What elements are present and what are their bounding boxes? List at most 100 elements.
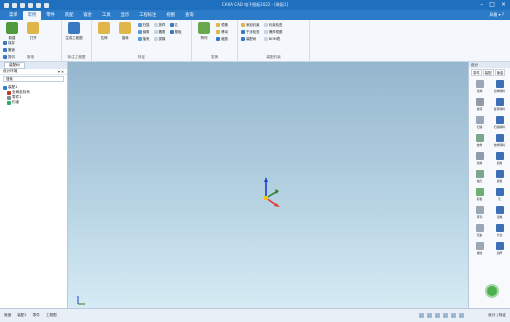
3d-viewport[interactable] [68, 62, 468, 308]
redo-icon[interactable] [44, 2, 49, 8]
feature-tool-icon [495, 134, 504, 142]
tab-query[interactable]: 查询 [180, 11, 199, 20]
feature-tool-label: 拔模 [496, 179, 503, 183]
minimize-button[interactable]: – [480, 1, 483, 9]
feature-tool-item[interactable]: 镜像 [490, 206, 509, 221]
tab-assembly-tree[interactable]: 装配树 [4, 62, 25, 69]
zoom-icon[interactable] [451, 313, 456, 318]
pan-icon[interactable] [459, 313, 464, 318]
new-button[interactable]: 新建 [3, 22, 21, 40]
feature-tool-item[interactable]: 拉伸 [470, 80, 489, 95]
save-small-button[interactable]: 保存 [3, 40, 15, 45]
feature-tool-item[interactable]: 扫描 [470, 116, 489, 131]
generate-drawing-button[interactable]: 生成工程图 [65, 22, 83, 40]
status-document[interactable]: 装配1 [17, 313, 26, 318]
tab-assembly[interactable]: 装配 [60, 11, 79, 20]
tree-search-input[interactable]: 搜索 [3, 76, 64, 82]
design-tree-panel: 装配树 设计环境 ▾ ✕ 搜索 装配1 全局坐标系 零件1 约束 [0, 62, 68, 308]
save-icon[interactable] [28, 2, 33, 8]
shell-icon [137, 36, 142, 41]
tree-node-constraint[interactable]: 约束 [3, 100, 64, 105]
feature-tool-item[interactable]: 分割 [490, 224, 509, 239]
explode-view-button[interactable]: 爆炸视图 [263, 29, 282, 34]
undo-icon[interactable] [36, 2, 41, 8]
feature-tool-label: 螺纹 [476, 251, 483, 255]
grid-icon[interactable] [427, 313, 432, 318]
feature-tool-item[interactable]: 包裹 [470, 224, 489, 239]
interference-button[interactable]: 干涉检查 [241, 29, 260, 34]
draft-icon [153, 36, 158, 41]
hole-button[interactable]: 孔 [169, 22, 182, 27]
close-button[interactable]: × [501, 1, 506, 9]
tab-common[interactable]: 常用 [22, 11, 42, 20]
ribbon-group-feature: 拉伸 旋转 扫描 倒角 抽壳 放样 圆角 拔模 孔 筋板 特征 [92, 20, 192, 61]
chamfer-button[interactable]: 倒角 [137, 29, 149, 34]
open-button[interactable]: 打开 [24, 22, 42, 40]
ribbon-group-transform: 阵列 镜像 移动 缩放 变换 [192, 20, 238, 61]
tab-menu[interactable]: 菜单 [4, 11, 23, 20]
fillet-button[interactable]: 圆角 [153, 29, 165, 34]
mirror-button[interactable]: 镜像 [216, 22, 228, 27]
feature-tool-label: 阵列 [476, 215, 483, 219]
assembly-tree-button[interactable]: 装配树 [241, 36, 260, 41]
tab-tools[interactable]: 工具 [97, 11, 116, 20]
ortho-icon[interactable] [435, 313, 440, 318]
maximize-button[interactable]: □ [489, 1, 495, 9]
tab-annotation[interactable]: 工程标注 [134, 11, 161, 20]
extrude-button[interactable]: 拉伸 [95, 22, 113, 40]
tab-view[interactable]: 视图 [161, 11, 180, 20]
app-logo-icon[interactable] [4, 2, 9, 8]
revolve-button[interactable]: 旋转 [116, 22, 134, 40]
undo-small-button[interactable]: 撤销 [3, 47, 15, 52]
round-action-button[interactable] [485, 284, 499, 298]
constraint-check-button[interactable]: 约束检查 [263, 22, 282, 27]
status-part[interactable]: 零件 [33, 313, 40, 318]
feature-tool-item[interactable]: 圆角 [490, 152, 509, 167]
feature-tool-icon [495, 206, 504, 214]
origin-marker [264, 196, 268, 200]
tab-sheetmetal[interactable]: 钣金 [78, 11, 97, 20]
open-file-icon[interactable] [20, 2, 25, 8]
tab-display[interactable]: 显示 [116, 11, 135, 20]
tab-part-library[interactable]: 零件 [471, 69, 482, 76]
feature-tool-item[interactable]: 拉伸除料 [490, 80, 509, 95]
pattern-button[interactable]: 阵列 [195, 22, 213, 40]
shell-button[interactable]: 抽壳 [137, 36, 149, 41]
bom-button[interactable]: BOM表 [263, 36, 283, 41]
polar-icon[interactable] [443, 313, 448, 318]
status-drawing[interactable]: 工程图 [46, 313, 57, 318]
style-menu[interactable]: 风格 ▾ ? [489, 12, 504, 18]
feature-tool-item[interactable]: 加厚 [490, 242, 509, 257]
tab-sheetmetal-library[interactable]: 钣金 [494, 69, 506, 76]
feature-tool-item[interactable]: 抽壳 [470, 170, 489, 185]
feature-tool-icon [495, 152, 504, 160]
feature-tool-item[interactable]: 筋板 [470, 188, 489, 203]
feature-tool-item[interactable]: 放样除料 [490, 134, 509, 149]
move-button[interactable]: 移动 [216, 29, 228, 34]
feature-tool-item[interactable]: 旋转 [470, 98, 489, 113]
feature-tool-item[interactable]: 螺纹 [470, 242, 489, 257]
feature-tool-item[interactable]: 孔 [490, 188, 509, 203]
feature-tool-item[interactable]: 阵列 [470, 206, 489, 221]
feature-tool-item[interactable]: 放样 [470, 134, 489, 149]
sweep-button[interactable]: 扫描 [137, 22, 149, 27]
panel-pin-icon[interactable]: ▾ ✕ [58, 70, 64, 74]
tab-part[interactable]: 零件 [41, 11, 60, 20]
add-constraint-button[interactable]: 添加约束 [241, 22, 260, 27]
rib-button[interactable]: 筋板 [169, 29, 181, 34]
snap-icon[interactable] [419, 313, 424, 318]
loft-button[interactable]: 放样 [153, 22, 165, 27]
status-ready: 就绪 [4, 313, 12, 317]
feature-tool-item[interactable]: 拔模 [490, 170, 509, 185]
pattern-icon [198, 22, 210, 34]
feature-tool-item[interactable]: 扫描除料 [490, 116, 509, 131]
draft-button[interactable]: 拔模 [153, 36, 165, 41]
scale-button[interactable]: 缩放 [216, 36, 228, 41]
feature-tool-item[interactable]: 旋转除料 [490, 98, 509, 113]
feature-tool-item[interactable]: 倒角 [470, 152, 489, 167]
feature-tool-icon [495, 188, 504, 196]
new-file-icon[interactable] [12, 2, 17, 8]
constraint-icon [7, 100, 11, 105]
extrude-icon [98, 22, 110, 34]
tab-assembly-library[interactable]: 装配 [482, 69, 494, 76]
